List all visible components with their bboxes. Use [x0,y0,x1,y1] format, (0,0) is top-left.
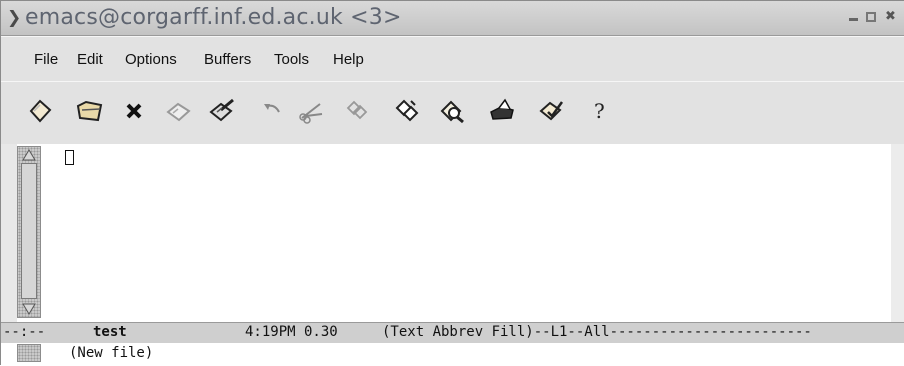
modeline-modes[interactable]: (Text Abbrev Fill)--L1--All-------------… [382,323,812,342]
menu-buffers[interactable]: Buffers [204,51,251,68]
left-fringe [1,144,17,322]
customize-icon[interactable] [536,96,566,126]
right-fringe [891,144,904,322]
echo-area[interactable]: (New file) [1,343,904,366]
emacs-window: ❯ emacs@corgarff.inf.ed.ac.uk <3> ✖ File… [0,0,904,366]
cut-icon[interactable] [296,96,326,126]
svg-text:?: ? [594,99,605,123]
minimize-icon[interactable] [849,12,859,22]
print-icon[interactable] [487,96,517,126]
close-icon[interactable]: ✖ [885,10,896,23]
new-file-icon[interactable] [25,96,55,126]
open-folder-icon[interactable] [74,96,104,126]
close-icon[interactable] [119,96,149,126]
menu-tools[interactable]: Tools [274,51,309,68]
scroll-down-icon[interactable] [21,303,37,315]
window-title: emacs@corgarff.inf.ed.ac.uk <3> [25,5,402,30]
search-icon[interactable] [438,96,468,126]
help-icon[interactable]: ? [586,96,616,126]
echo-message: (New file) [69,345,154,361]
save-as-icon[interactable] [207,96,237,126]
minibuffer-scrollbar[interactable] [17,344,41,362]
menu-help[interactable]: Help [333,51,364,68]
tool-bar: ? [1,81,904,145]
menu-edit[interactable]: Edit [77,51,103,68]
menu-bar: File Edit Options Buffers Tools Help [1,36,904,82]
scrollbar-thumb[interactable] [21,163,37,299]
save-icon[interactable] [163,96,193,126]
maximize-icon[interactable] [866,12,876,22]
undo-icon[interactable] [257,96,287,126]
edit-buffer[interactable] [1,144,904,322]
copy-icon[interactable] [342,96,372,126]
title-bar[interactable]: ❯ emacs@corgarff.inf.ed.ac.uk <3> ✖ [1,1,904,36]
menu-options[interactable]: Options [125,51,177,68]
text-cursor [65,150,74,165]
scroll-up-icon[interactable] [21,149,37,161]
modeline-buffer-name[interactable]: test [93,323,127,342]
modeline-status: --:-- [3,324,46,340]
chevron-down-icon[interactable]: ❯ [7,8,21,28]
mode-line[interactable]: --:-- test 4:19PM 0.30 (Text Abbrev Fill… [1,322,904,344]
vertical-scrollbar[interactable] [17,146,41,318]
menu-file[interactable]: File [34,51,58,68]
paste-icon[interactable] [391,96,421,126]
modeline-time-load: 4:19PM 0.30 [245,324,338,340]
